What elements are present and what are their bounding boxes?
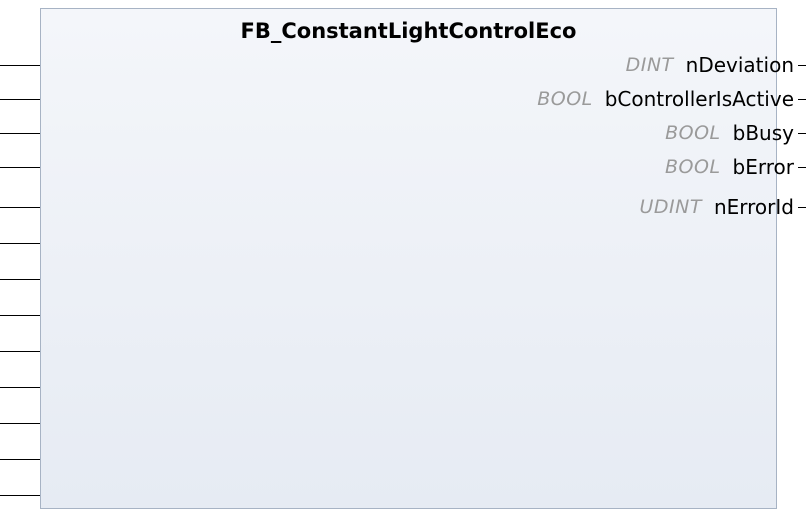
pin-connector-line bbox=[0, 422, 40, 424]
pin-connector-line bbox=[0, 64, 40, 66]
pin-connector-line bbox=[0, 314, 40, 316]
output-pin-nerrorid: UDINT nErrorId bbox=[640, 190, 806, 224]
pin-name: bControllerIsActive bbox=[604, 87, 794, 111]
pin-connector-line bbox=[798, 98, 806, 100]
output-pin-bcontrollerisactive: BOOL bControllerIsActive bbox=[537, 82, 806, 116]
pin-type: DINT bbox=[625, 54, 674, 76]
pin-name: bError bbox=[732, 155, 794, 179]
output-pin-ndeviation: DINT nDeviation bbox=[626, 48, 806, 82]
output-pin-berror: BOOL bError bbox=[665, 150, 806, 184]
pin-type: BOOL bbox=[665, 156, 721, 178]
pin-connector-line bbox=[798, 64, 806, 66]
pin-connector-line bbox=[0, 278, 40, 280]
pin-type: UDINT bbox=[639, 196, 702, 218]
pin-connector-line bbox=[798, 206, 806, 208]
pin-connector-line bbox=[0, 386, 40, 388]
pin-connector-line bbox=[0, 242, 40, 244]
pin-connector-line bbox=[0, 206, 40, 208]
pin-connector-line bbox=[798, 166, 806, 168]
pin-connector-line bbox=[0, 350, 40, 352]
pin-connector-line bbox=[0, 494, 40, 496]
block-title: FB_ConstantLightControlEco bbox=[240, 19, 577, 43]
pin-connector-line bbox=[0, 166, 40, 168]
pin-connector-line bbox=[0, 98, 40, 100]
output-pin-bbusy: BOOL bBusy bbox=[665, 116, 806, 150]
pin-connector-line bbox=[0, 458, 40, 460]
pin-name: nErrorId bbox=[713, 195, 794, 219]
pin-connector-line bbox=[798, 132, 806, 134]
pin-type: BOOL bbox=[537, 88, 593, 110]
pin-name: nDeviation bbox=[685, 53, 794, 77]
pin-type: BOOL bbox=[665, 122, 721, 144]
pin-name: bBusy bbox=[732, 121, 794, 145]
pin-connector-line bbox=[0, 132, 40, 134]
